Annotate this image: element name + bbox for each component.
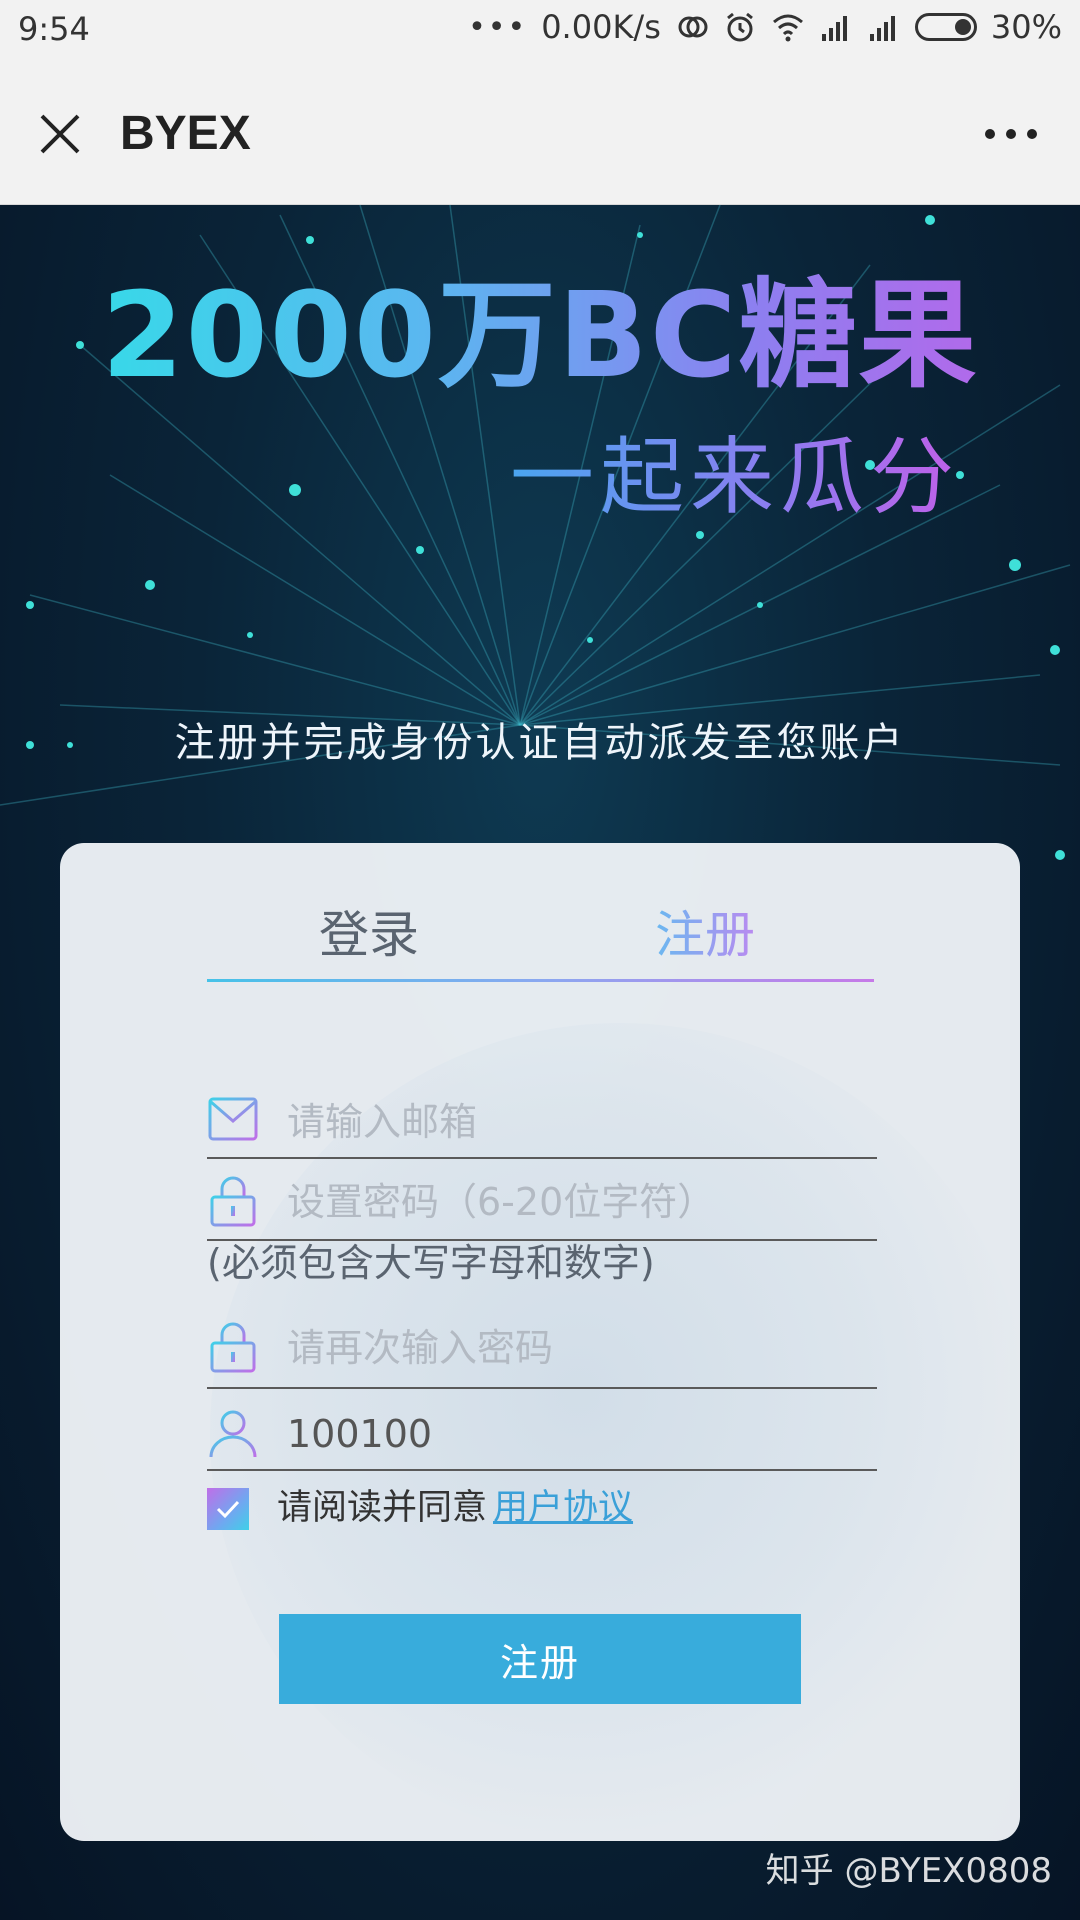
- register-button[interactable]: 注册: [279, 1614, 801, 1704]
- app-bar: BYEX: [0, 62, 1080, 205]
- network-speed: 0.00K/s: [541, 8, 661, 46]
- agreement-text: 请阅读并同意: [277, 1488, 488, 1528]
- auth-tabs: 登录 注册: [207, 903, 874, 973]
- invite-code-value: 100100: [287, 1412, 433, 1456]
- lock-icon: [210, 1176, 256, 1227]
- confirm-password-field[interactable]: 请再次输入密码: [207, 1305, 877, 1389]
- auth-card: 登录 注册 请输入邮箱 设置密码（6-20位字符） (必须包含大写字母和数字) …: [60, 843, 1020, 1841]
- agreement-text-wrap: 请阅读并同意 用户协议: [277, 1483, 633, 1533]
- signal-icon-1: [821, 16, 847, 41]
- promo-description: 注册并完成身份认证自动派发至您账户: [174, 720, 906, 766]
- email-placeholder: 请输入邮箱: [287, 1100, 478, 1144]
- user-agreement-link[interactable]: 用户协议: [493, 1488, 633, 1528]
- password-field[interactable]: 设置密码（6-20位字符）: [207, 1163, 877, 1241]
- user-icon: [209, 1410, 257, 1458]
- wifi-icon: [772, 14, 803, 42]
- lock-icon: [210, 1322, 256, 1373]
- close-button[interactable]: [30, 104, 90, 164]
- tab-underline: [207, 979, 874, 982]
- battery-level: 30%: [990, 8, 1062, 46]
- close-icon: [40, 114, 80, 154]
- promo-subtitle: 一起来瓜分: [509, 428, 960, 526]
- mail-icon: [208, 1097, 258, 1141]
- agree-checkbox[interactable]: [207, 1488, 249, 1530]
- sync-icon: [678, 16, 708, 38]
- signal-icon-2: [869, 16, 895, 41]
- alarm-icon: [726, 12, 753, 42]
- more-options-button[interactable]: [976, 104, 1046, 164]
- status-time: 9:54: [18, 10, 90, 48]
- status-icons: ••• 0.00K/s 30%: [468, 8, 1062, 46]
- battery-icon: [914, 13, 977, 41]
- password-hint: (必须包含大写字母和数字): [207, 1241, 655, 1285]
- check-icon: [216, 1500, 240, 1519]
- confirm-password-placeholder: 请再次输入密码: [287, 1326, 554, 1370]
- promo-title: 2000万BC糖果: [0, 265, 1080, 405]
- tab-login[interactable]: 登录: [319, 903, 419, 967]
- app-title: BYEX: [120, 107, 251, 160]
- watermark: 知乎 @BYEX0808: [765, 1851, 1052, 1891]
- more-notifications-dots: •••: [468, 9, 528, 45]
- invite-code-field[interactable]: 100100: [207, 1399, 877, 1471]
- tab-register[interactable]: 注册: [655, 903, 755, 967]
- email-field[interactable]: 请输入邮箱: [207, 1087, 877, 1159]
- agreement-row: 请阅读并同意 用户协议: [207, 1483, 877, 1533]
- more-icon: [985, 129, 1037, 139]
- password-placeholder: 设置密码（6-20位字符）: [287, 1180, 716, 1224]
- status-bar: 9:54 ••• 0.00K/s 30%: [0, 0, 1080, 62]
